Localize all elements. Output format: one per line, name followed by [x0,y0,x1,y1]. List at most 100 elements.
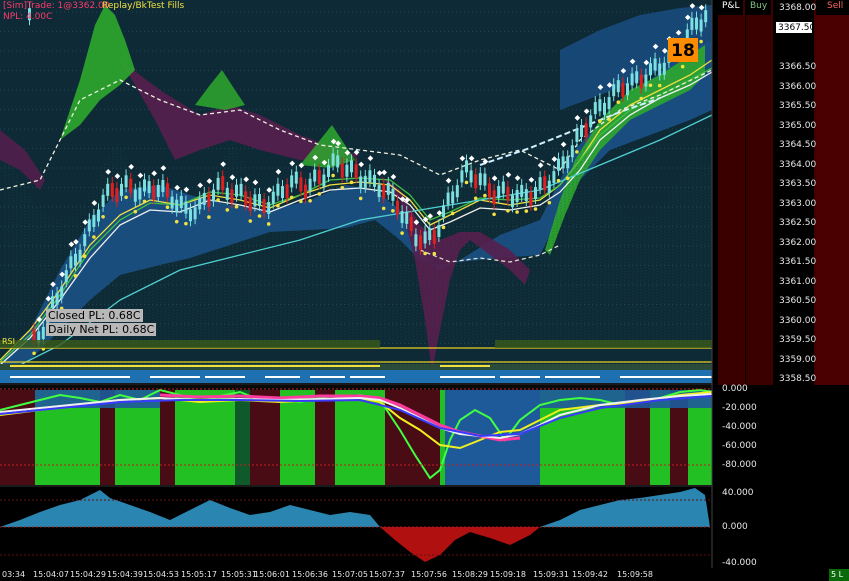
candle-body [225,187,229,200]
price-tick-label: 3368.00 [779,3,817,13]
candle-body [690,17,694,30]
signal-dot-yellow [358,196,363,201]
candle-body [143,179,146,192]
candle-body [621,82,625,97]
signal-dot-yellow [207,215,211,219]
candle-body [396,200,399,215]
candle-body [529,191,533,206]
status-corner-text: 5 L [831,570,844,579]
signal-dot-yellow [184,221,188,226]
current-price-label: 3367.50 [778,23,816,33]
candle-body [432,229,436,244]
hist-tick-label: 40.000 [722,488,754,498]
candle-body [216,177,220,190]
signal-count-text: 18 [671,41,695,61]
signal-dot-yellow [473,196,478,201]
signal-dot-yellow [340,185,345,190]
dom-pl-header[interactable]: P&L [718,0,744,15]
signal-dot-yellow [73,274,78,278]
candle-body [202,192,206,205]
signal-dot-yellow [289,195,294,200]
signal-dot-yellow [225,208,230,212]
signal-dot-yellow [648,83,653,88]
candle-body [313,169,317,182]
candle-body [386,182,390,195]
osc-tick-label: 0.000 [722,384,748,394]
candle-body [230,189,234,204]
candle-body [64,270,68,283]
signal-dot-yellow [680,64,685,69]
candle-body [207,193,211,208]
dom-buy-column[interactable] [746,15,771,385]
candle-body [152,185,156,200]
candle-body [699,19,703,32]
candle-body [239,183,243,196]
candle-body [442,205,445,218]
candle-body [189,209,192,222]
candle-body [662,62,666,75]
candle-body [455,185,459,198]
signal-dot-yellow [607,117,611,121]
candle-body [506,186,510,201]
hist-tick-label: 0.000 [722,522,748,532]
candle-body [497,186,501,199]
signal-dot-yellow [423,251,427,256]
candle-body [331,153,335,166]
time-tick-label: 15:07:37 [369,570,405,579]
candle-body [598,99,602,112]
candle-body [258,194,261,207]
osc-bar [175,390,235,485]
candle-body [543,176,547,191]
candle-body [593,102,597,115]
signal-dot-yellow [565,176,570,181]
candle-body [649,63,652,76]
candle-body [133,189,137,202]
candle-body [547,180,551,193]
osc-bar [250,390,280,485]
signal-dot-yellow [257,214,262,218]
dom-sell-column[interactable] [816,15,849,385]
candle-body [557,158,560,171]
price-tick-label: 3362.00 [779,238,817,248]
candle-body [566,156,570,169]
candle-body [515,190,519,203]
candle-body [299,177,303,192]
osc-bar [280,390,315,485]
candle-body [400,211,404,224]
candle-body [193,207,197,220]
time-tick-label: 15:09:42 [572,570,608,579]
candle-body [377,185,381,198]
signal-dot-yellow [598,119,602,124]
signal-dot-yellow [533,207,538,211]
signal-dot-yellow [133,209,138,214]
dom-buy-header[interactable]: Buy [746,0,772,15]
candle-body [695,17,698,30]
time-tick-label: 15:08:29 [452,570,488,579]
candle-body [281,186,284,199]
candle-body [336,155,340,168]
candle-body [92,215,96,228]
closed-pl-box: Closed PL: 0.68C [46,309,143,322]
signal-dot-yellow [657,83,662,88]
candle-body [308,178,312,191]
osc-tick-label: -40.000 [722,422,757,432]
price-tick-label: 3359.50 [779,335,817,345]
signal-dot-yellow [234,204,239,209]
candle-body [520,184,524,197]
signal-dot-yellow [276,203,280,208]
candle-body [253,194,257,207]
osc-bar [160,390,175,485]
osc-bar [0,390,35,485]
signal-dot-yellow [515,210,519,214]
dom-sell-header[interactable]: Sell [823,0,849,15]
candle-body [74,253,77,266]
candle-body [534,187,537,200]
candle-body [115,188,119,203]
candle-body [607,97,611,110]
signal-dot-yellow [32,351,36,356]
dom-pl-column[interactable] [718,15,743,385]
price-tick-label: 3358.50 [779,374,817,384]
time-tick-label: 15:06:01 [254,570,290,579]
candle-body [124,175,128,188]
signal-dot-yellow [331,173,335,178]
